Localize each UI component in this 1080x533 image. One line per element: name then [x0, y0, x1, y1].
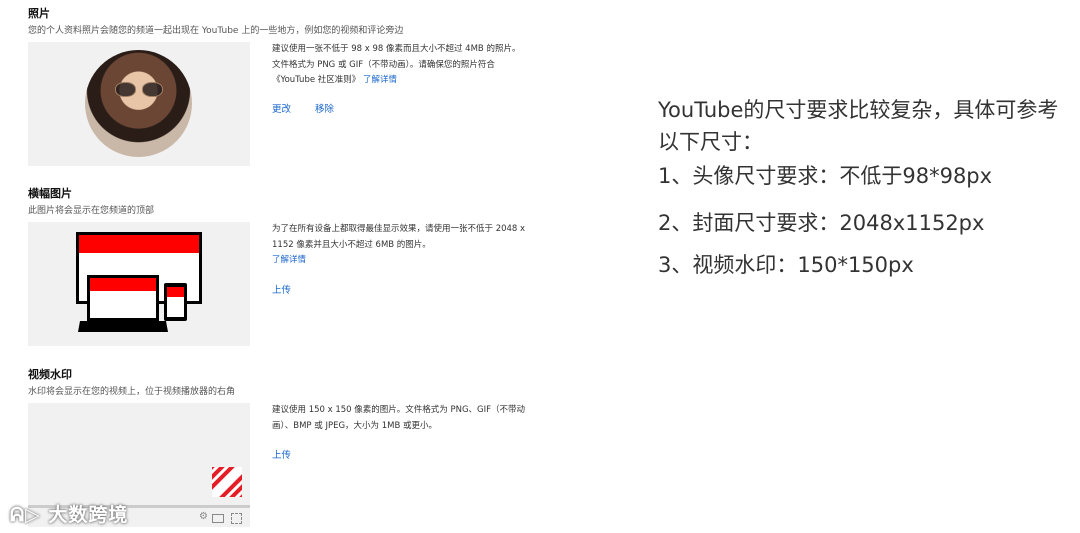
- watermark-section-subtitle: 水印将会显示在您的视频上，位于视频播放器的右角: [28, 387, 236, 397]
- banner-section-subtitle: 此图片将会显示在您频道的顶部: [28, 206, 155, 216]
- banner-section-title: 横幅图片: [28, 187, 72, 200]
- banner-desc-text: 为了在所有设备上都取得最佳显示效果，请使用一张不低于 2048 x 1152 像…: [272, 224, 526, 250]
- watermark-requirements: 建议使用 150 x 150 像素的图片。文件格式为 PNG、GIF（不带动画）…: [272, 403, 527, 434]
- watermark-stripes-icon: [212, 467, 242, 497]
- profile-photo-preview: [28, 42, 250, 166]
- banner-learn-more-link[interactable]: 了解详情: [272, 255, 306, 265]
- size-intro-text: YouTube的尺寸要求比较复杂，具体可参考以下尺寸：: [658, 98, 1059, 154]
- upload-banner-button[interactable]: 上传: [272, 282, 291, 296]
- avatar: [85, 50, 192, 157]
- brand-watermark-text: 大数跨境: [48, 504, 129, 526]
- brand-logo-icon: ᕱ▷: [10, 504, 49, 526]
- watermark-section-title: 视频水印: [28, 368, 72, 381]
- photo-section-title: 照片: [28, 7, 50, 20]
- avatar-size-requirement: 1、头像尺寸要求：不低于98*98px: [658, 164, 993, 188]
- change-photo-button[interactable]: 更改: [272, 101, 291, 115]
- remove-photo-button[interactable]: 移除: [315, 101, 334, 115]
- devices-icon: [76, 232, 202, 332]
- settings-gear-icon[interactable]: ⚙: [199, 511, 208, 522]
- banner-requirements: 为了在所有设备上都取得最佳显示效果，请使用一张不低于 2048 x 1152 像…: [272, 222, 527, 269]
- photo-learn-more-link[interactable]: 了解详情: [363, 75, 397, 85]
- photo-requirements: 建议使用一张不低于 98 x 98 像素而且大小不超过 4MB 的照片。文件格式…: [272, 42, 527, 89]
- banner-preview: [28, 222, 250, 346]
- upload-watermark-button[interactable]: 上传: [272, 447, 291, 461]
- watermark-desc-text: 建议使用 150 x 150 像素的图片。文件格式为 PNG、GIF（不带动画）…: [272, 405, 526, 431]
- fullscreen-icon[interactable]: [231, 513, 242, 524]
- theater-mode-icon[interactable]: [212, 514, 224, 523]
- watermark-size-requirement: 3、视频水印：150*150px: [658, 253, 914, 277]
- brand-watermark: ᕱ▷ 大数跨境: [10, 500, 128, 527]
- photo-section-subtitle: 您的个人资料照片会随您的频道一起出现在 YouTube 上的一些地方，例如您的视…: [28, 26, 404, 36]
- banner-size-requirement: 2、封面尺寸要求：2048x1152px: [658, 211, 985, 235]
- sunglasses-icon: [115, 82, 163, 97]
